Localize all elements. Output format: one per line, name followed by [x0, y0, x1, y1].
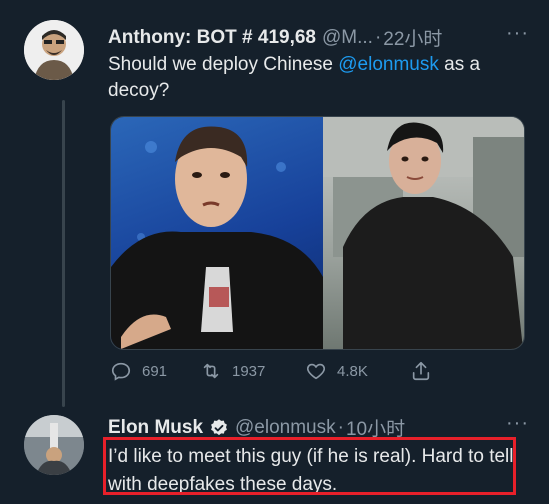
share-icon [412, 361, 430, 381]
like-button[interactable]: 4.8K [305, 360, 410, 382]
media-image-right[interactable] [323, 117, 524, 349]
more-options-icon[interactable]: ··· [506, 412, 529, 435]
avatar[interactable] [24, 415, 84, 475]
retweet-icon [203, 363, 219, 379]
thread-connector-line [62, 100, 65, 407]
like-count: 4.8K [337, 362, 368, 380]
tweet-thread: Anthony: BOT # 419,68 @M... · 22小时 ··· S… [0, 0, 549, 504]
reply-author-name[interactable]: Elon Musk [108, 417, 203, 439]
share-button[interactable] [410, 360, 432, 382]
tweet-header: Anthony: BOT # 419,68 @M... · 22小时 ··· [108, 22, 529, 51]
highlight-annotation-box [103, 437, 516, 495]
avatar[interactable] [24, 20, 84, 80]
tweet-actions-bar: 691 1937 4.8K [110, 360, 450, 382]
reply-author-handle[interactable]: @elonmusk [235, 417, 336, 439]
media-image-left[interactable] [111, 117, 323, 349]
retweet-button[interactable]: 1937 [200, 360, 305, 382]
mention-link[interactable]: @elonmusk [338, 54, 439, 75]
tweet-media[interactable] [110, 116, 525, 350]
reply-count: 691 [142, 362, 168, 380]
more-options-icon[interactable]: ··· [506, 22, 529, 45]
reply-button[interactable]: 691 [110, 360, 200, 382]
separator-dot: · [337, 416, 344, 438]
tweet-text: Should we deploy Chinese @elonmusk as a … [108, 52, 528, 104]
reply-icon [111, 362, 131, 381]
author-name[interactable]: Anthony: BOT # 419,68 [108, 27, 316, 49]
tweet-text-start: Should we deploy Chinese [108, 54, 339, 75]
verified-badge-icon [211, 418, 227, 435]
heart-icon [307, 363, 325, 380]
author-handle[interactable]: @M... [322, 27, 373, 49]
separator-dot: · [374, 26, 382, 48]
tweet-timestamp[interactable]: 22小时 [383, 24, 442, 51]
retweet-count: 1937 [232, 362, 266, 380]
